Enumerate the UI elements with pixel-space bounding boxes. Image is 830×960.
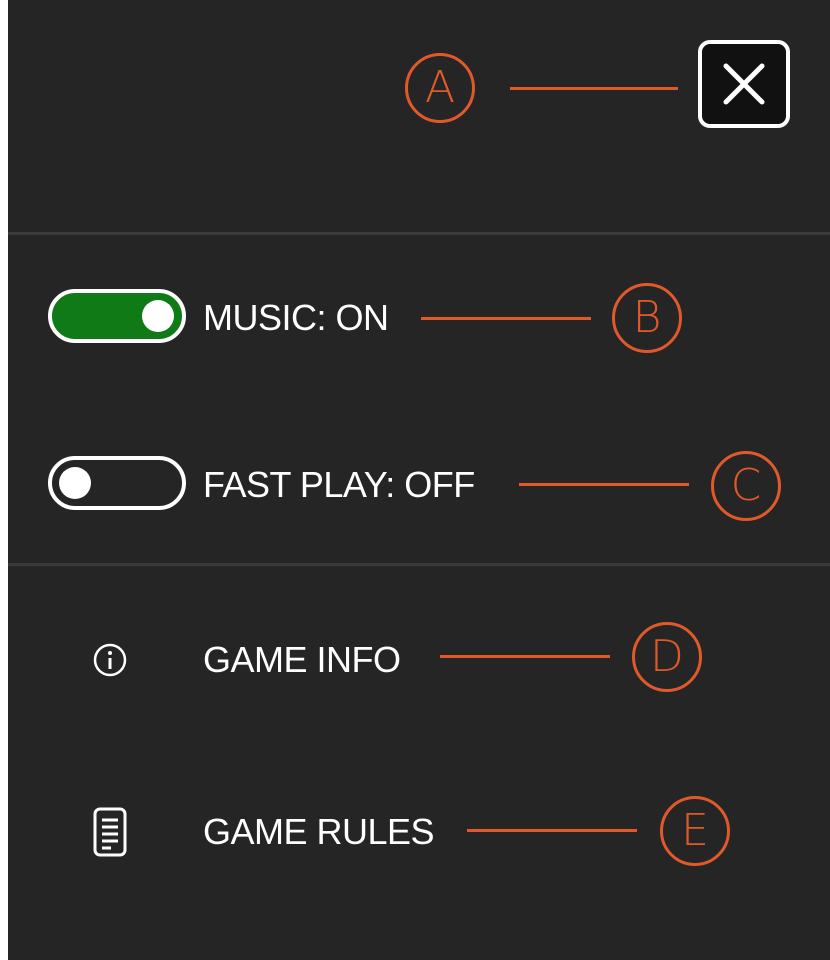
callout-line-a (510, 87, 678, 90)
fast-play-label: FAST PLAY: OFF (203, 464, 475, 505)
fast-play-toggle[interactable] (48, 456, 186, 510)
callout-b: B (612, 283, 682, 353)
document-icon (93, 807, 127, 857)
close-button[interactable] (698, 40, 790, 128)
game-rules-item[interactable]: GAME RULES (80, 800, 460, 864)
callout-a: A (405, 53, 475, 123)
callout-line-c (519, 483, 689, 486)
close-icon (723, 63, 765, 105)
divider-bottom (8, 563, 830, 566)
callout-c: C (711, 451, 781, 521)
music-toggle-knob (142, 300, 174, 332)
fast-play-toggle-knob (59, 467, 91, 499)
game-rules-label: GAME RULES (203, 811, 435, 852)
music-toggle[interactable] (48, 289, 186, 343)
game-info-label: GAME INFO (203, 639, 401, 680)
callout-line-b (421, 317, 591, 320)
music-label: MUSIC: ON (203, 297, 389, 338)
callout-d: D (632, 622, 702, 692)
callout-line-d (440, 655, 610, 658)
callout-line-e (467, 829, 637, 832)
callout-e: E (660, 796, 730, 866)
info-icon (93, 643, 127, 677)
game-info-item[interactable]: GAME INFO (80, 630, 420, 690)
divider-top (8, 232, 830, 235)
